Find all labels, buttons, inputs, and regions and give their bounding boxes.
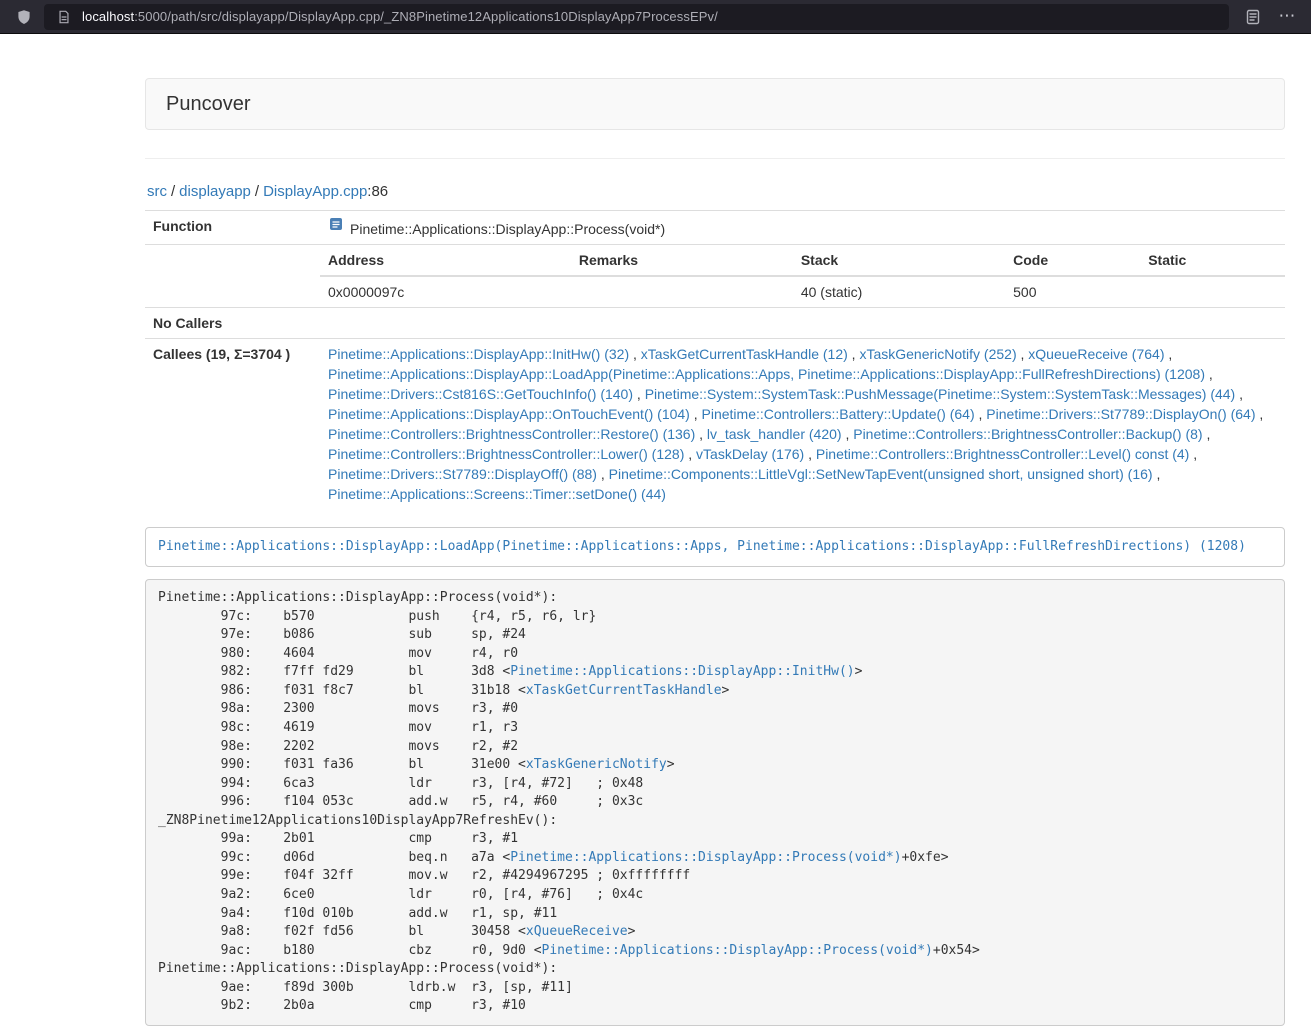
breadcrumb-separator: / [171,183,175,200]
callee-link[interactable]: Pinetime::System::SystemTask::PushMessag… [645,386,1236,402]
callee-link[interactable]: Pinetime::Drivers::St7789::DisplayOff() … [328,466,597,482]
function-row: Function Pinetime::Applications::Display… [145,211,1285,245]
url-bar[interactable]: localhost:5000/path/src/displayapp/Displ… [44,4,1229,30]
callee-link[interactable]: Pinetime::Applications::DisplayApp::Load… [328,366,1205,382]
app-title: Puncover [166,93,251,115]
function-table: Function Pinetime::Applications::Display… [145,210,1285,509]
metrics-label-spacer [145,245,320,308]
metrics-cell: Address Remarks Stack Code Static 0x0000… [320,245,1285,308]
column-address: Address [320,245,571,276]
callee-link[interactable]: lv_task_handler (420) [707,426,842,442]
callee-link[interactable]: vTaskDelay (176) [696,446,804,462]
assembly-code: Pinetime::Applications::DisplayApp::Proc… [145,579,1285,1026]
browser-toolbar: localhost:5000/path/src/displayapp/Displ… [0,0,1311,34]
breadcrumb-link-displayapp[interactable]: displayapp [179,183,251,200]
callee-link[interactable]: Pinetime::Controllers::Battery::Update()… [702,406,975,422]
symbol-panel: Pinetime::Applications::DisplayApp::Load… [145,527,1285,567]
url-text: localhost:5000/path/src/displayapp/Displ… [82,9,718,24]
callee-link[interactable]: Pinetime::Components::LittleVgl::SetNewT… [609,466,1153,482]
metrics-row: Address Remarks Stack Code Static 0x0000… [145,245,1285,308]
callee-link[interactable]: xTaskGenericNotify (252) [859,346,1016,362]
breadcrumb-line-number: :86 [367,183,388,200]
stack-value: 40 (static) [793,276,1005,307]
remarks-value [571,276,793,307]
breadcrumb-link-src[interactable]: src [147,183,167,200]
callee-link[interactable]: Pinetime::Applications::DisplayApp::OnTo… [328,406,690,422]
url-host: localhost [82,9,134,24]
reader-view-icon[interactable] [1241,5,1265,29]
page-content: Puncover src/displayapp/DisplayApp.cpp:8… [145,78,1285,1026]
asm-symbol-link[interactable]: Pinetime::Applications::DisplayApp::Proc… [542,943,933,958]
asm-symbol-link[interactable]: xTaskGetCurrentTaskHandle [526,683,722,698]
symbol-link[interactable]: Pinetime::Applications::DisplayApp::Load… [158,539,1246,554]
breadcrumb-separator: / [255,183,259,200]
asm-symbol-link[interactable]: Pinetime::Applications::DisplayApp::Init… [510,664,854,679]
page-info-icon[interactable] [52,5,76,29]
callee-link[interactable]: Pinetime::Controllers::BrightnessControl… [853,426,1202,442]
asm-symbol-link[interactable]: xTaskGenericNotify [526,757,667,772]
function-name: Pinetime::Applications::DisplayApp::Proc… [350,221,665,237]
metrics-value-row: 0x0000097c 40 (static) 500 [320,276,1285,307]
asm-symbol-link[interactable]: Pinetime::Applications::DisplayApp::Proc… [510,850,901,865]
callees-list: Pinetime::Applications::DisplayApp::Init… [320,339,1285,510]
callee-link[interactable]: Pinetime::Drivers::St7789::DisplayOn() (… [986,406,1255,422]
code-value: 500 [1005,276,1140,307]
callers-row: No Callers [145,308,1285,339]
metrics-header-row: Address Remarks Stack Code Static [320,245,1285,276]
callee-link[interactable]: xTaskGetCurrentTaskHandle (12) [641,346,848,362]
function-name-cell: Pinetime::Applications::DisplayApp::Proc… [320,211,1285,245]
callee-link[interactable]: Pinetime::Drivers::Cst816S::GetTouchInfo… [328,386,633,402]
overflow-menu-icon[interactable]: ⋯ [1275,5,1299,29]
callee-link[interactable]: xQueueReceive (764) [1028,346,1164,362]
app-header-panel: Puncover [145,78,1285,130]
callers-cell [320,308,1285,339]
breadcrumb: src/displayapp/DisplayApp.cpp:86 [147,183,1285,200]
url-path: :5000/path/src/displayapp/DisplayApp.cpp… [134,9,718,24]
metrics-table: Address Remarks Stack Code Static 0x0000… [320,245,1285,307]
column-code: Code [1005,245,1140,276]
callee-link[interactable]: Pinetime::Applications::DisplayApp::Init… [328,346,629,362]
callees-row: Callees (19, Σ=3704 ) Pinetime::Applicat… [145,339,1285,510]
function-label: Function [145,211,320,245]
divider [145,158,1285,159]
column-stack: Stack [793,245,1005,276]
callees-label: Callees (19, Σ=3704 ) [145,339,320,510]
column-remarks: Remarks [571,245,793,276]
breadcrumb-link-file[interactable]: DisplayApp.cpp [263,183,367,200]
no-callers-label: No Callers [145,308,320,339]
address-value: 0x0000097c [320,276,571,307]
shield-icon[interactable] [12,5,36,29]
asm-symbol-link[interactable]: xQueueReceive [526,924,628,939]
function-type-icon [328,216,344,237]
callee-link[interactable]: Pinetime::Controllers::BrightnessControl… [328,426,695,442]
callee-link[interactable]: Pinetime::Applications::Screens::Timer::… [328,486,666,502]
static-value [1140,276,1285,307]
callee-link[interactable]: Pinetime::Controllers::BrightnessControl… [816,446,1189,462]
callee-link[interactable]: Pinetime::Controllers::BrightnessControl… [328,446,684,462]
column-static: Static [1140,245,1285,276]
